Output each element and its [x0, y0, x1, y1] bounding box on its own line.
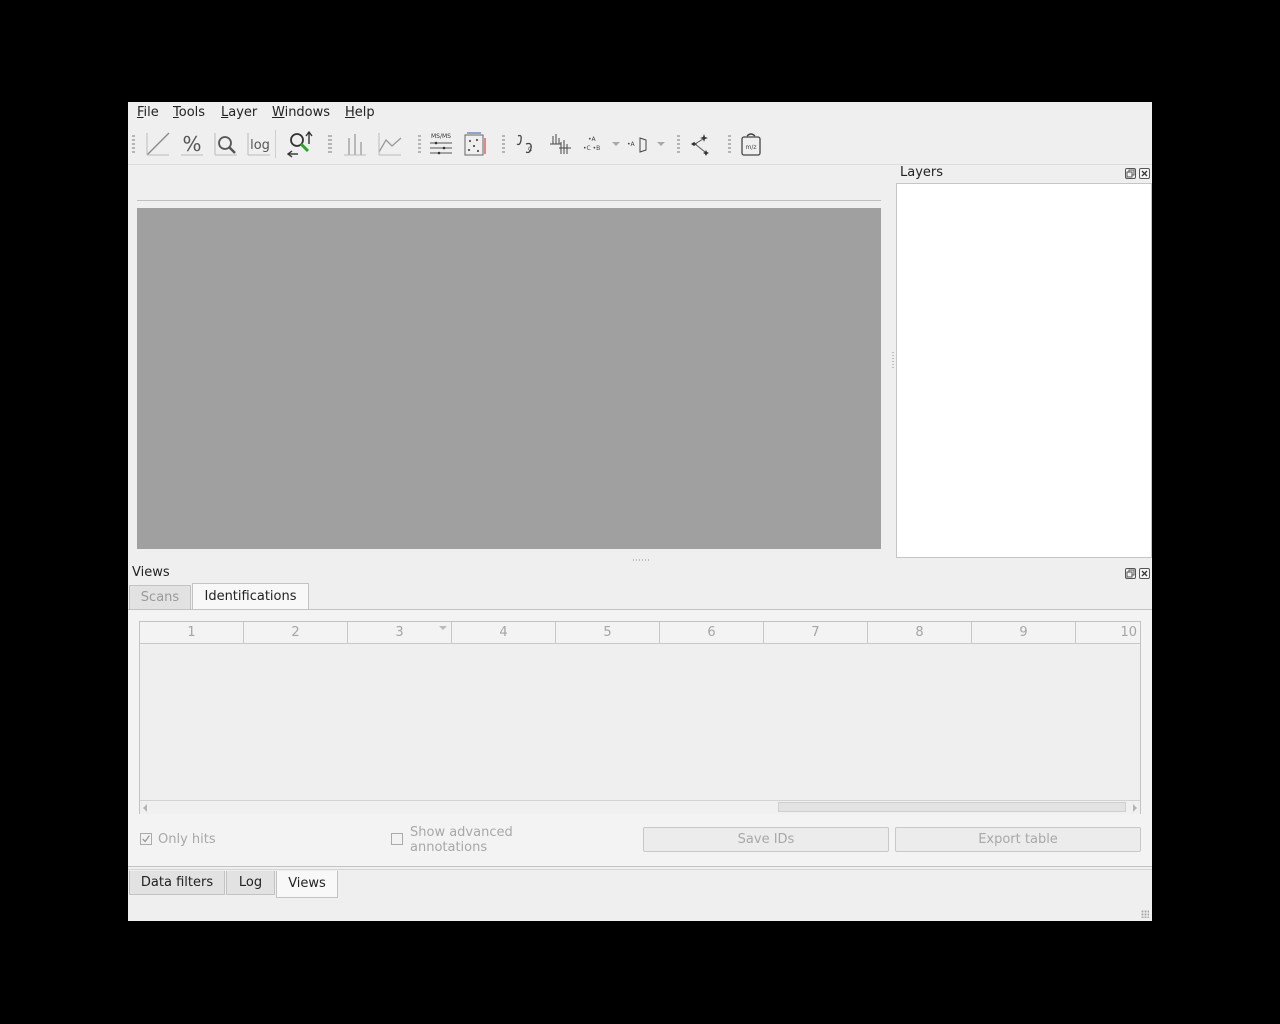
- column-header[interactable]: 9: [972, 622, 1076, 643]
- identifications-table[interactable]: 1 2 3 4 5 6 7 8 9 10: [139, 621, 1141, 814]
- svg-text:C: C: [528, 146, 532, 153]
- menu-help[interactable]: Help: [345, 105, 375, 120]
- scroll-left-icon[interactable]: [143, 804, 147, 812]
- peak-mode-icon[interactable]: [341, 130, 369, 158]
- vertical-splitter-handle[interactable]: [892, 352, 894, 368]
- menu-layer[interactable]: Layer: [221, 105, 257, 120]
- show-advanced-annotations-checkbox[interactable]: [391, 833, 403, 845]
- tab-views[interactable]: Views: [276, 871, 338, 898]
- spectrum-canvas[interactable]: [137, 208, 881, 549]
- column-header[interactable]: 7: [764, 622, 868, 643]
- tab-identifications[interactable]: Identifications: [192, 583, 309, 610]
- export-table-button[interactable]: Export table: [895, 827, 1141, 852]
- views-close-icon[interactable]: [1139, 568, 1150, 579]
- only-hits-label: Only hits: [158, 832, 216, 847]
- sort-indicator-icon: [439, 626, 447, 630]
- save-ids-button[interactable]: Save IDs: [643, 827, 889, 852]
- linear-intensity-icon[interactable]: [144, 130, 172, 158]
- menu-bar: File Tools Layer Windows Help: [128, 102, 1152, 124]
- annotation-dropdown-arrow-icon[interactable]: [612, 142, 620, 146]
- measure-icon[interactable]: •A: [625, 130, 653, 158]
- column-header[interactable]: 6: [660, 622, 764, 643]
- mz-weight-icon[interactable]: m/z: [737, 130, 765, 158]
- mirror-spectrum-icon[interactable]: C: [512, 130, 540, 158]
- layers-dock-title: Layers: [900, 165, 944, 180]
- tab-scans[interactable]: Scans: [129, 585, 191, 609]
- toolbar: % log MS/MS C •A •C •B •A m/z: [128, 124, 1152, 165]
- layers-float-icon[interactable]: [1125, 168, 1136, 179]
- annotation-icon[interactable]: •A •C •B: [580, 130, 608, 158]
- log-scale-icon[interactable]: log: [245, 130, 276, 158]
- canvas-top-separator: [137, 200, 881, 201]
- toolbar-grip[interactable]: [677, 135, 680, 153]
- snap-zoom-icon[interactable]: [212, 130, 240, 158]
- percentage-icon[interactable]: %: [178, 130, 206, 158]
- table-horizontal-scrollbar[interactable]: [140, 800, 1140, 814]
- toolbar-grip[interactable]: [502, 135, 505, 153]
- menu-file[interactable]: File: [137, 105, 159, 120]
- toolbar-grip[interactable]: [418, 135, 421, 153]
- svg-text:•A: •A: [588, 136, 597, 143]
- scroll-right-icon[interactable]: [1133, 804, 1137, 812]
- svg-text:%: %: [182, 132, 201, 156]
- svg-text:MS/MS: MS/MS: [431, 133, 451, 140]
- horizontal-splitter-handle[interactable]: [633, 559, 649, 561]
- scatter-stars-icon[interactable]: [686, 130, 714, 158]
- column-header[interactable]: 1: [140, 622, 244, 643]
- column-header[interactable]: 4: [452, 622, 556, 643]
- menu-windows[interactable]: Windows: [272, 105, 330, 120]
- views-float-icon[interactable]: [1125, 568, 1136, 579]
- svg-text:•C •B: •C •B: [583, 145, 600, 152]
- measure-dropdown-arrow-icon[interactable]: [657, 142, 665, 146]
- column-header[interactable]: 10: [1076, 622, 1140, 643]
- svg-text:m/z: m/z: [745, 144, 756, 151]
- column-header[interactable]: 5: [556, 622, 660, 643]
- window-resize-grip[interactable]: [1141, 910, 1149, 918]
- table-header: 1 2 3 4 5 6 7 8 9 10: [140, 622, 1140, 644]
- column-header[interactable]: 3: [348, 622, 452, 643]
- menu-tools[interactable]: Tools: [173, 105, 205, 120]
- ms-ms-icon[interactable]: MS/MS: [427, 130, 455, 158]
- layers-list[interactable]: [896, 183, 1152, 558]
- layers-close-icon[interactable]: [1139, 168, 1150, 179]
- column-header[interactable]: 8: [868, 622, 972, 643]
- svg-text:log: log: [250, 138, 270, 153]
- main-window: File Tools Layer Windows Help % log MS/M…: [128, 102, 1152, 921]
- tab-data-filters[interactable]: Data filters: [129, 871, 225, 895]
- scrollbar-thumb[interactable]: [778, 802, 1126, 812]
- toolbar-grip[interactable]: [132, 135, 135, 153]
- only-hits-checkbox[interactable]: [140, 833, 152, 845]
- connected-lines-icon[interactable]: [376, 130, 404, 158]
- feature-map-icon[interactable]: [462, 130, 490, 158]
- toolbar-grip[interactable]: [328, 135, 332, 153]
- bottom-tabs-separator: [128, 869, 1152, 870]
- reset-zoom-icon[interactable]: [286, 130, 314, 158]
- svg-text:•A: •A: [627, 141, 636, 148]
- views-dock-title: Views: [132, 565, 170, 580]
- isotope-peaks-icon[interactable]: [547, 130, 575, 158]
- show-advanced-annotations-label: Show advanced annotations: [410, 825, 513, 855]
- tab-log[interactable]: Log: [226, 871, 275, 895]
- toolbar-grip[interactable]: [728, 135, 731, 153]
- column-header[interactable]: 2: [244, 622, 348, 643]
